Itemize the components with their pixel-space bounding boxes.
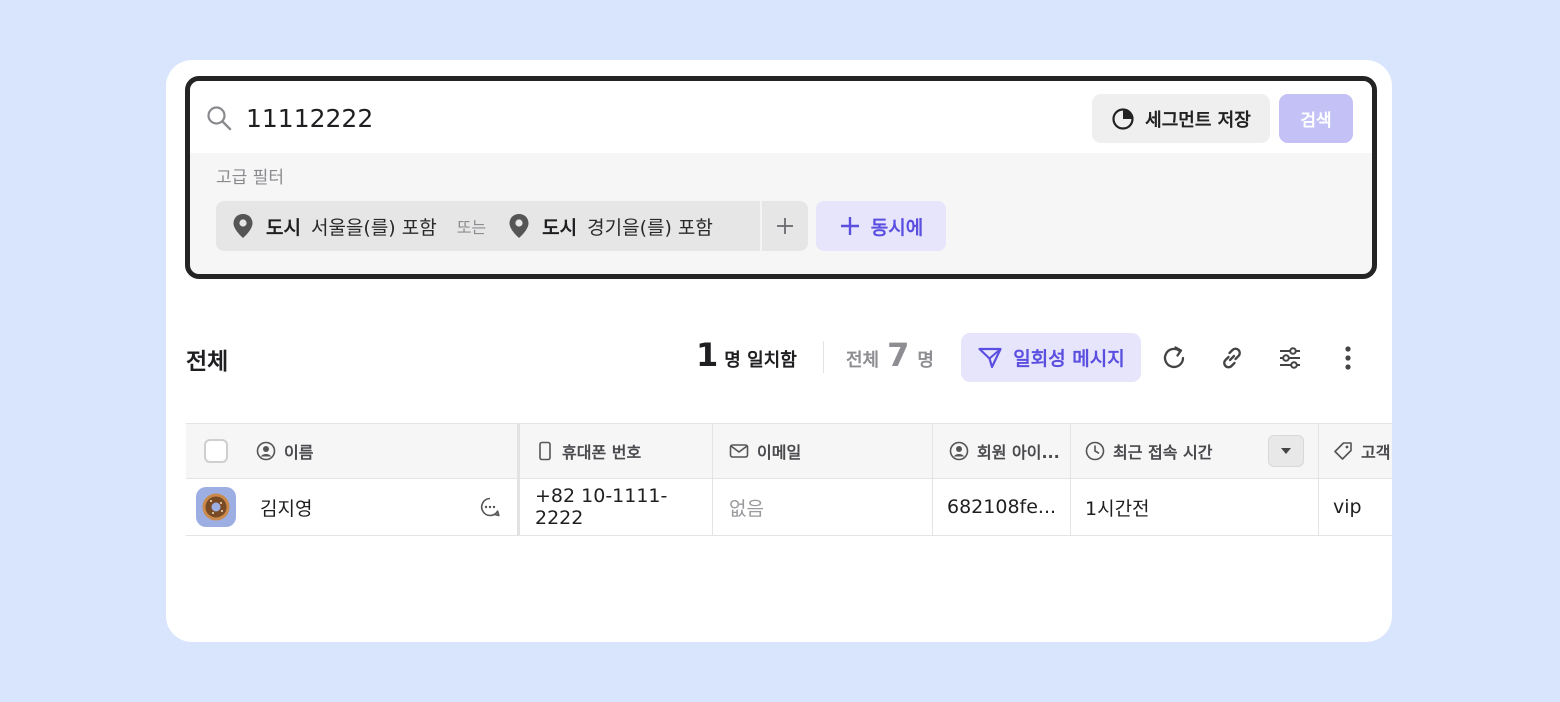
total-label: 전체 xyxy=(846,350,880,371)
more-options-button[interactable] xyxy=(1333,343,1363,373)
table-header: 이름 휴대폰 번호 이메일 회원 아이... 최근 접속 시간 고객 xyxy=(186,423,1392,479)
refresh-button[interactable] xyxy=(1159,343,1189,373)
add-and-condition-button[interactable]: 동시에 xyxy=(816,201,946,251)
cell-name: 김지영 xyxy=(260,479,520,535)
avatar xyxy=(196,487,236,527)
avatar-cell xyxy=(196,479,240,535)
column-header-email[interactable]: 이메일 xyxy=(712,424,932,478)
column-header-customer[interactable]: 고객 xyxy=(1318,424,1392,478)
search-button[interactable]: 검색 xyxy=(1279,94,1353,143)
match-count: 1 명 일치함 xyxy=(696,336,797,374)
caret-down-icon xyxy=(1281,448,1291,454)
cell-customer: vip xyxy=(1318,479,1392,535)
customer-search-card: 세그먼트 저장 검색 고급 필터 도시 서울을(를) 포함 또는 도시 xyxy=(166,60,1392,642)
sort-dropdown-button[interactable] xyxy=(1268,435,1304,467)
table-row[interactable]: 김지영 +82 10-1111-2222 없음 682108fe... 1시간전… xyxy=(186,479,1392,536)
column-header-name[interactable]: 이름 xyxy=(256,424,520,478)
column-settings-button[interactable] xyxy=(1275,343,1305,373)
column-header-label: 최근 접속 시간 xyxy=(1113,443,1213,462)
location-pin-icon xyxy=(233,214,253,238)
save-segment-button[interactable]: 세그먼트 저장 xyxy=(1092,94,1270,143)
message-button-label: 일회성 메시지 xyxy=(1013,348,1125,370)
copy-link-button[interactable] xyxy=(1217,343,1247,373)
cell-email: 없음 xyxy=(712,479,932,535)
column-header-label: 휴대폰 번호 xyxy=(562,443,642,462)
match-count-label: 명 일치함 xyxy=(724,350,797,371)
search-icon xyxy=(207,106,232,131)
total-count-number: 7 xyxy=(887,336,910,374)
customer-name: 김지영 xyxy=(260,497,313,520)
filter-condition: 경기을(를) 포함 xyxy=(587,216,713,239)
column-header-phone[interactable]: 휴대폰 번호 xyxy=(536,424,712,478)
advanced-filter-label: 고급 필터 xyxy=(216,168,284,188)
cell-member-id: 682108fe... xyxy=(932,479,1070,535)
column-header-label: 이메일 xyxy=(757,443,802,462)
filter-field: 도시 xyxy=(266,216,301,239)
divider xyxy=(823,341,824,373)
select-all-checkbox-cell xyxy=(204,424,234,478)
column-header-label: 회원 아이... xyxy=(977,443,1060,462)
tag-icon xyxy=(1334,442,1352,460)
send-icon xyxy=(978,347,1002,368)
sliders-icon xyxy=(1280,347,1300,369)
add-or-condition-button[interactable] xyxy=(760,201,808,251)
customer-table: 이름 휴대폰 번호 이메일 회원 아이... 최근 접속 시간 고객 김지영 +… xyxy=(186,423,1392,536)
cell-last-access: 1시간전 xyxy=(1070,479,1318,535)
one-time-message-button[interactable]: 일회성 메시지 xyxy=(961,333,1141,382)
user-circle-icon xyxy=(256,441,276,461)
filter-condition: 서울을(를) 포함 xyxy=(310,216,437,239)
filter-chip-city-seoul[interactable]: 도시 서울을(를) 포함 xyxy=(216,201,437,251)
search-box: 세그먼트 저장 검색 고급 필터 도시 서울을(를) 포함 또는 도시 xyxy=(185,76,1377,279)
column-header-label: 이름 xyxy=(284,443,314,462)
chat-icon[interactable] xyxy=(479,496,501,518)
filter-chip-city-gyeonggi[interactable]: 도시 경기을(를) 포함 xyxy=(492,201,713,251)
pie-chart-icon xyxy=(1112,107,1134,130)
search-input[interactable] xyxy=(246,100,846,136)
filter-group: 도시 서울을(를) 포함 또는 도시 경기을(를) 포함 xyxy=(216,201,808,251)
total-unit: 명 xyxy=(917,350,934,371)
search-row: 세그먼트 저장 검색 xyxy=(190,81,1372,153)
filter-field: 도시 xyxy=(542,216,578,239)
column-header-member-id[interactable]: 회원 아이... xyxy=(932,424,1070,478)
total-count: 전체 7 명 xyxy=(846,336,934,374)
phone-icon xyxy=(539,441,551,461)
column-header-label: 고객 xyxy=(1361,443,1391,462)
plus-icon xyxy=(777,218,793,234)
donut-avatar-icon xyxy=(202,493,230,521)
clock-icon xyxy=(1085,441,1105,461)
mail-icon xyxy=(729,444,749,458)
refresh-icon xyxy=(1163,346,1185,369)
save-segment-label: 세그먼트 저장 xyxy=(1145,109,1251,131)
user-circle-icon xyxy=(949,441,969,461)
link-icon xyxy=(1223,347,1241,369)
column-header-last-access[interactable]: 최근 접속 시간 xyxy=(1070,424,1318,478)
cell-phone: +82 10-1111-2222 xyxy=(535,485,668,529)
more-vertical-icon xyxy=(1345,346,1351,370)
select-all-checkbox[interactable] xyxy=(204,439,228,463)
location-pin-icon xyxy=(509,214,529,238)
plus-icon xyxy=(840,217,859,235)
section-title: 전체 xyxy=(186,349,229,375)
match-count-number: 1 xyxy=(696,336,719,374)
or-label: 또는 xyxy=(456,218,487,237)
and-button-label: 동시에 xyxy=(870,216,924,239)
